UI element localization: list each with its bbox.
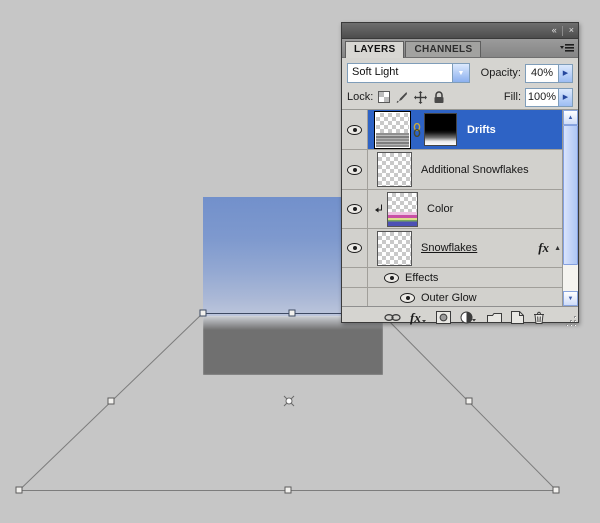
- lock-transparency-icon[interactable]: [378, 91, 391, 103]
- layer-row-drifts[interactable]: Drifts: [342, 110, 578, 150]
- layer-list: Drifts Additional Snowflakes Color Snowf…: [342, 109, 578, 306]
- tab-layers[interactable]: LAYERS: [345, 41, 405, 58]
- eye-icon[interactable]: [347, 243, 362, 253]
- effect-row-outer-glow[interactable]: Outer Glow: [342, 288, 578, 306]
- layer-row-snowflakes[interactable]: Snowflakes fx ▲: [342, 229, 578, 268]
- layer-fx-badge[interactable]: fx: [538, 240, 549, 256]
- visibility-cell[interactable]: [342, 110, 368, 149]
- fill-field[interactable]: 100% ▶: [525, 87, 573, 107]
- visibility-cell[interactable]: [342, 150, 368, 189]
- panel-titlebar[interactable]: « ×: [342, 23, 578, 39]
- layer-thumbnail[interactable]: [387, 191, 418, 227]
- panel-controls: Soft Light ▼ Opacity: 40% ▶ Lock: Fill: …: [342, 58, 578, 109]
- lock-all-icon[interactable]: [433, 90, 445, 104]
- blend-mode-select[interactable]: Soft Light ▼: [347, 63, 470, 83]
- lock-position-icon[interactable]: [414, 90, 428, 104]
- new-adjustment-layer-icon[interactable]: [460, 311, 478, 324]
- clipping-mask-icon: [375, 204, 382, 212]
- handle-middle-left[interactable]: [107, 397, 115, 405]
- layer-list-scrollbar[interactable]: ▲ ▼: [562, 110, 578, 306]
- handle-bottom-left[interactable]: [15, 486, 23, 494]
- lock-pixels-icon[interactable]: [396, 91, 408, 103]
- link-layers-icon[interactable]: [384, 313, 401, 322]
- panel-resize-grip[interactable]: [566, 316, 577, 327]
- layer-mask-thumbnail[interactable]: [424, 113, 457, 146]
- layer-name[interactable]: Color: [427, 203, 453, 215]
- opacity-value[interactable]: 40%: [526, 65, 558, 82]
- panel-menu-icon[interactable]: [560, 43, 574, 53]
- layer-name[interactable]: Additional Snowflakes: [421, 164, 529, 176]
- eye-icon[interactable]: [347, 164, 362, 175]
- opacity-field[interactable]: 40% ▶: [525, 63, 573, 83]
- handle-bottom-center[interactable]: [284, 486, 292, 494]
- blend-mode-value: Soft Light: [352, 66, 399, 78]
- effects-header-label[interactable]: Effects: [405, 272, 438, 284]
- visibility-cell[interactable]: [342, 229, 368, 267]
- layer-row-color[interactable]: Color: [342, 190, 578, 229]
- scrollbar-thumb[interactable]: [563, 125, 578, 265]
- layer-thumbnail[interactable]: [377, 230, 412, 266]
- panel-bottom-bar: fx: [342, 306, 578, 328]
- lock-label: Lock:: [347, 91, 374, 103]
- transform-right-edge[interactable]: [380, 312, 557, 491]
- opacity-label: Opacity:: [480, 67, 521, 79]
- transform-left-edge[interactable]: [19, 312, 204, 491]
- scroll-down-icon[interactable]: ▼: [563, 291, 578, 306]
- layer-name[interactable]: Drifts: [467, 124, 496, 136]
- layer-name[interactable]: Snowflakes: [421, 242, 477, 254]
- fill-stepper-icon[interactable]: ▶: [558, 88, 572, 106]
- handle-middle-right[interactable]: [465, 397, 473, 405]
- layer-thumbnail[interactable]: [377, 152, 412, 187]
- handle-bottom-right[interactable]: [552, 486, 560, 494]
- eye-icon[interactable]: [384, 272, 399, 283]
- delete-layer-icon[interactable]: [533, 311, 545, 324]
- mask-link-icon[interactable]: [413, 122, 421, 137]
- scroll-up-icon[interactable]: ▲: [563, 110, 578, 125]
- effects-header-row[interactable]: Effects: [342, 268, 578, 288]
- layer-thumbnail[interactable]: [374, 110, 411, 149]
- tab-channels[interactable]: CHANNELS: [405, 41, 482, 57]
- fill-value[interactable]: 100%: [526, 89, 558, 106]
- fill-label: Fill:: [503, 91, 521, 103]
- add-layer-mask-icon[interactable]: [435, 311, 451, 324]
- titlebar-divider: [561, 25, 563, 36]
- effect-label[interactable]: Outer Glow: [421, 292, 477, 304]
- visibility-cell[interactable]: [342, 190, 368, 228]
- new-group-icon[interactable]: [486, 312, 502, 324]
- close-panel-icon[interactable]: ×: [564, 26, 578, 35]
- eye-icon[interactable]: [347, 204, 362, 214]
- new-layer-icon[interactable]: [510, 311, 524, 324]
- eye-icon[interactable]: [347, 124, 362, 135]
- panel-tabbar: LAYERS CHANNELS: [342, 39, 578, 58]
- layers-panel: « × LAYERS CHANNELS Soft Light ▼ Opacity…: [341, 22, 579, 326]
- layer-row-additional-snowflakes[interactable]: Additional Snowflakes: [342, 150, 578, 190]
- collapse-panel-icon[interactable]: «: [547, 26, 561, 35]
- add-layer-style-icon[interactable]: fx: [410, 310, 427, 326]
- opacity-stepper-icon[interactable]: ▶: [558, 64, 572, 82]
- fx-collapse-icon[interactable]: ▲: [554, 245, 561, 252]
- blend-mode-dropdown-icon[interactable]: ▼: [452, 64, 469, 82]
- eye-icon[interactable]: [400, 292, 415, 303]
- transform-reference-point[interactable]: [283, 395, 295, 407]
